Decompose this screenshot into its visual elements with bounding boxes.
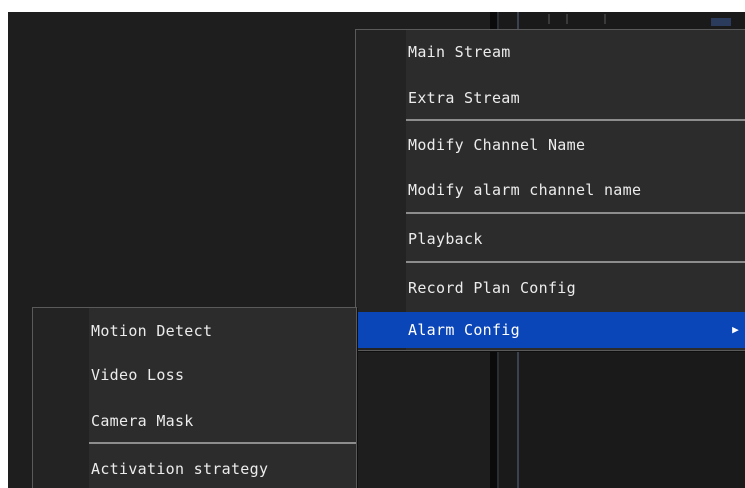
menu-item-label: Activation strategy [91,460,269,478]
menu-item-motion-detect[interactable]: Motion Detect [33,313,356,349]
panel-accent [711,18,731,26]
menu-separator [406,212,745,214]
panel-tick [566,14,568,24]
menu-item-label: Record Plan Config [408,279,576,297]
panel-tick [604,14,606,24]
menu-item-playback[interactable]: Playback [356,221,745,257]
menu-item-label: Camera Mask [91,412,194,430]
menu-item-label: Video Loss [91,366,185,384]
submenu-arrow-icon: ▶ [732,323,739,336]
menu-item-main-stream[interactable]: Main Stream [356,34,745,70]
screen: Main Stream Extra Stream Modify Channel … [0,0,745,488]
menu-item-alarm-config[interactable]: Alarm Config ▶ [356,312,745,348]
menu-separator [89,442,356,444]
alarm-config-submenu: Motion Detect Video Loss Camera Mask Act… [32,307,357,488]
menu-item-activation-strategy[interactable]: Activation strategy [33,451,356,487]
menu-item-modify-channel-name[interactable]: Modify Channel Name [356,127,745,163]
menu-separator [406,261,745,263]
panel-tick [548,14,550,24]
menu-item-extra-stream[interactable]: Extra Stream [356,80,745,116]
menu-item-label: Playback [408,230,483,248]
menu-item-label: Modify Channel Name [408,136,586,154]
menu-separator [406,119,745,121]
context-menu: Main Stream Extra Stream Modify Channel … [355,29,745,351]
menu-item-label: Main Stream [408,43,511,61]
menu-item-video-loss[interactable]: Video Loss [33,357,356,393]
menu-item-camera-mask[interactable]: Camera Mask [33,403,356,439]
menu-item-label: Alarm Config [408,321,520,339]
menu-item-label: Modify alarm channel name [408,181,642,199]
menu-item-modify-alarm-channel-name[interactable]: Modify alarm channel name [356,172,745,208]
menu-item-label: Extra Stream [408,89,520,107]
menu-item-label: Motion Detect [91,322,213,340]
menu-item-record-plan-config[interactable]: Record Plan Config [356,270,745,306]
